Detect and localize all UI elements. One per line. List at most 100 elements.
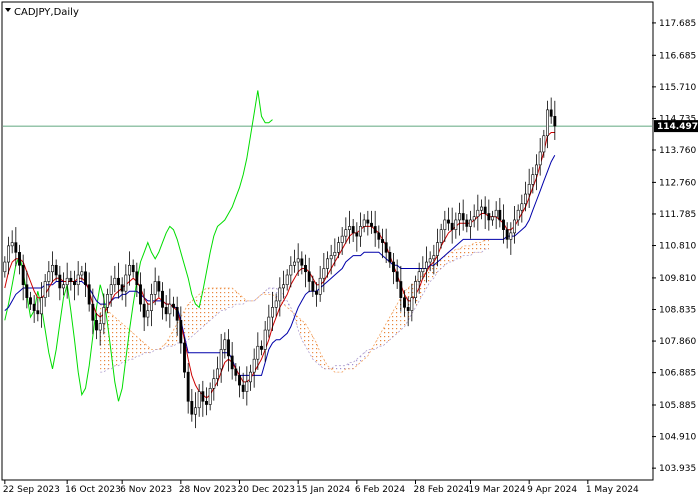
candle-body (351, 226, 355, 234)
candle-body (216, 368, 219, 379)
candle-body (293, 261, 296, 266)
candle-body (436, 242, 439, 256)
candle-body (344, 229, 348, 237)
cloud-segment (474, 242, 478, 253)
x-tick-label: 19 Mar 2024 (469, 485, 526, 495)
cloud-segment (477, 242, 482, 253)
candle-body (476, 209, 480, 218)
x-axis: 22 Sep 2023 16 Oct 2023 6 Nov 2023 28 Nov 2… (3, 480, 639, 495)
y-tick-label: 110.810 (659, 242, 696, 252)
y-tick-label: 116.685 (659, 51, 696, 61)
x-tick-label: 22 Sep 2023 (3, 485, 60, 495)
chart: 117.685116.685115.710114.735113.760112.7… (1, 1, 698, 495)
candle-body (80, 271, 84, 276)
candle-body (109, 284, 113, 295)
candle-body (300, 258, 304, 266)
candle-body (428, 258, 432, 263)
y-tick-label: 115.710 (659, 83, 696, 93)
candle-body (516, 209, 520, 221)
cloud-segment (118, 320, 123, 366)
candle-body (531, 174, 535, 185)
candle-body (311, 281, 315, 292)
cloud-segment (114, 317, 119, 366)
candle-body (98, 323, 102, 331)
cloud-segment (349, 362, 354, 369)
candle-body (238, 375, 241, 386)
cloud-segment (448, 252, 453, 263)
candle-body (157, 281, 161, 292)
candle-body (263, 329, 267, 350)
candle-body (333, 252, 337, 256)
candle-body (172, 303, 175, 308)
candle-body (65, 277, 69, 286)
candle-body (505, 229, 509, 240)
cloud-segment (463, 245, 467, 256)
candle-body (388, 252, 392, 263)
candle-body (443, 219, 447, 230)
candle-body (29, 297, 32, 305)
candle-body (18, 252, 21, 266)
candle-body (370, 222, 373, 227)
candle-body (373, 226, 377, 234)
candle-body (252, 358, 256, 373)
candle-body (318, 277, 322, 295)
candle-body (234, 368, 238, 376)
candle-body (366, 219, 370, 224)
plot-frame (1, 1, 654, 481)
candle-body (480, 206, 483, 211)
x-tick-label: 28 Feb 2024 (414, 485, 470, 495)
candle-body (87, 284, 91, 305)
candle-body (175, 307, 179, 321)
candle-body (58, 274, 62, 289)
y-tick-label: 113.760 (659, 146, 696, 156)
candle-body (520, 203, 524, 211)
y-tick-label: 109.810 (659, 274, 696, 284)
candle-body (384, 242, 388, 253)
candle-body (509, 232, 513, 240)
candle-body (322, 268, 326, 279)
cloud-segment (338, 365, 343, 373)
candle-body (106, 294, 109, 308)
candle-body (54, 264, 58, 276)
candle-body (399, 281, 403, 298)
candle-body (491, 216, 494, 221)
y-tick-label: 111.785 (659, 210, 696, 220)
candle-body (3, 261, 7, 273)
candle-body (439, 229, 443, 243)
candle-body (337, 242, 340, 253)
y-tick-label: 105.885 (659, 401, 696, 411)
candle-body (359, 226, 362, 237)
candle-body (348, 226, 351, 230)
candle-body (117, 277, 120, 286)
candle-body (131, 264, 135, 273)
candle-body (168, 303, 172, 315)
candle-body (208, 388, 212, 405)
x-tick-label: 9 Apr 2024 (527, 485, 577, 495)
candle-body (282, 284, 285, 289)
candle-body (113, 277, 117, 286)
candle-body (417, 271, 421, 282)
candle-body (76, 274, 80, 286)
y-tick-label: 103.935 (659, 464, 696, 474)
y-tick-label: 104.910 (659, 433, 696, 443)
candle-body (329, 255, 333, 260)
x-tick-label: 6 Nov 2023 (120, 485, 172, 495)
candle-body (124, 274, 128, 292)
candle-body (483, 206, 487, 214)
cloud-segment (188, 300, 192, 340)
candle-body (219, 349, 223, 370)
cloud-segment (206, 287, 211, 324)
candle-body (128, 264, 131, 276)
candle-body (245, 381, 249, 392)
candle-body (278, 287, 282, 302)
candle-body (186, 371, 190, 402)
candle-body (549, 109, 553, 117)
candle-body (458, 213, 461, 221)
candle-body (161, 290, 164, 308)
candle-body (392, 261, 395, 273)
candle-body (21, 264, 25, 286)
candle-body (326, 258, 329, 269)
y-tick-label: 108.835 (659, 305, 696, 315)
x-tick-label: 1 May 2024 (586, 485, 639, 495)
candle-body (14, 242, 18, 253)
